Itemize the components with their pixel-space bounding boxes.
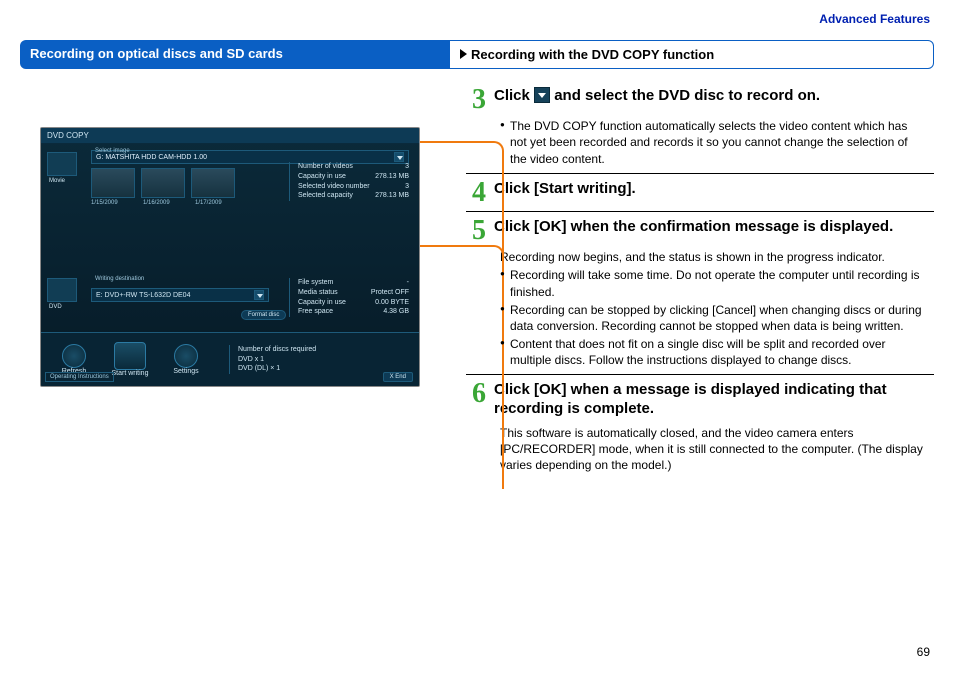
chevron-down-icon <box>254 290 264 300</box>
thumb-date: 1/16/2009 <box>143 200 189 206</box>
stat-label: Media status <box>298 288 338 298</box>
step-title: Click [Start writing]. <box>494 180 636 205</box>
step-5: 5 Click [OK] when the confirmation messa… <box>466 212 926 243</box>
thumbnail <box>141 168 185 198</box>
dvd-icon <box>47 278 77 302</box>
stat-label: Selected capacity <box>298 191 353 201</box>
stat-value: 278.13 MB <box>375 191 409 201</box>
stat-label: Capacity in use <box>298 172 346 182</box>
step-5-body: Recording now begins, and the status is … <box>500 249 926 265</box>
bullet-item: Recording will take some time. Do not op… <box>500 267 926 299</box>
thumb-date: 1/17/2009 <box>195 200 241 206</box>
stat-label: File system <box>298 278 333 288</box>
movie-icon <box>47 152 77 176</box>
step-6: 6 Click [OK] when a message is displayed… <box>466 375 926 419</box>
bullet-item: Recording can be stopped by clicking [Ca… <box>500 302 926 334</box>
tab-bar: Recording on optical discs and SD cards … <box>20 40 934 69</box>
step-4: 4 Click [Start writing]. <box>466 174 926 205</box>
triangle-icon <box>460 49 467 59</box>
tab-recording-dvd-copy: Recording with the DVD COPY function <box>450 40 934 69</box>
stat-value: 0.00 BYTE <box>375 298 409 308</box>
chevron-down-icon <box>394 152 404 162</box>
dvd-label: DVD <box>49 304 85 310</box>
step-number: 3 <box>466 87 486 112</box>
source-dropdown-value: G: MATSHITA HDD CAM-HDD 1.00 <box>96 154 207 161</box>
thumb-date: 1/15/2009 <box>91 200 137 206</box>
step-3-bullets: The DVD COPY function automatically sele… <box>500 118 926 167</box>
step-3: 3 Click and select the DVD disc to recor… <box>466 81 926 112</box>
stat-value: DVD x 1 <box>238 355 316 365</box>
bullet-item: The DVD COPY function automatically sele… <box>500 118 926 167</box>
step-title: Click [OK] when a message is displayed i… <box>494 381 926 419</box>
page-number: 69 <box>917 645 930 659</box>
stat-value: - <box>407 278 409 288</box>
refresh-icon <box>62 344 86 368</box>
tab-right-label: Recording with the DVD COPY function <box>471 47 714 62</box>
format-disc-button[interactable]: Format disc <box>241 310 286 320</box>
end-button[interactable]: X End <box>383 372 413 382</box>
thumbnail <box>191 168 235 198</box>
thumbnail <box>91 168 135 198</box>
step-5-bullets: Recording will take some time. Do not op… <box>500 267 926 368</box>
stat-value: DVD (DL) × 1 <box>238 364 316 374</box>
stat-label: Selected video number <box>298 182 370 192</box>
select-image-label: Select image <box>95 148 130 154</box>
discs-required: Number of discs required DVD x 1 DVD (DL… <box>229 345 316 374</box>
start-writing-label: Start writing <box>112 370 149 377</box>
settings-icon <box>174 344 198 368</box>
dvd-copy-screenshot: DVD COPY Movie Select image G: MATSHITA … <box>40 127 420 387</box>
step-title-part: Click <box>494 87 534 104</box>
step-title: Click and select the DVD disc to record … <box>494 87 820 112</box>
source-stats: Number of videos 3 Capacity in use 278.13 … <box>289 162 409 201</box>
step-6-body: This software is automatically closed, a… <box>500 425 926 474</box>
stat-value: 278.13 MB <box>375 172 409 182</box>
stat-label: Free space <box>298 307 333 317</box>
movie-label: Movie <box>49 178 85 184</box>
stat-label: Number of discs required <box>238 346 316 353</box>
right-column: 3 Click and select the DVD disc to recor… <box>466 77 934 476</box>
chevron-down-icon <box>534 87 550 103</box>
dest-dropdown[interactable]: E: DVD+-RW TS-L632D DE04 <box>91 288 269 302</box>
stat-value: Protect OFF <box>371 288 409 298</box>
dest-label: Writing destination <box>95 276 144 282</box>
settings-label: Settings <box>173 368 198 375</box>
stat-label: Number of videos <box>298 162 353 172</box>
start-writing-button[interactable]: Start writing <box>107 342 153 377</box>
stat-label: Capacity in use <box>298 298 346 308</box>
stat-value: 4.38 GB <box>383 307 409 317</box>
settings-button[interactable]: Settings <box>163 344 209 375</box>
operating-instructions-link[interactable]: Operating Instructions <box>45 372 114 382</box>
stat-value: 3 <box>405 162 409 172</box>
dest-stats: File system - Media status Protect OFF Cap… <box>289 278 409 317</box>
step-title-part: and select the DVD disc to record on. <box>550 87 820 104</box>
dest-dropdown-value: E: DVD+-RW TS-L632D DE04 <box>96 292 190 299</box>
shot-titlebar: DVD COPY <box>41 128 419 144</box>
stat-value: 3 <box>405 182 409 192</box>
step-title: Click [OK] when the confirmation message… <box>494 218 893 243</box>
tab-recording-optical: Recording on optical discs and SD cards <box>20 40 450 69</box>
left-column: DVD COPY Movie Select image G: MATSHITA … <box>20 77 450 476</box>
bullet-item: Content that does not fit on a single di… <box>500 336 926 368</box>
refresh-button[interactable]: Refresh <box>51 344 97 375</box>
start-writing-icon <box>114 342 146 370</box>
header-advanced-features: Advanced Features <box>819 12 930 26</box>
